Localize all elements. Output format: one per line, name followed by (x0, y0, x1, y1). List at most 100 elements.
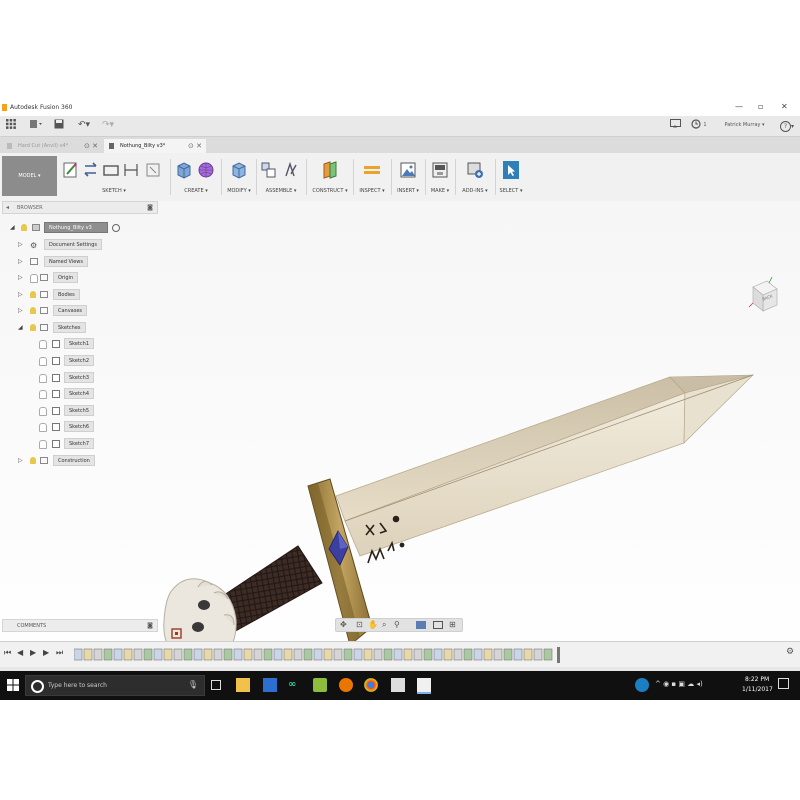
orbit-icon[interactable]: ✥ (340, 620, 347, 629)
tab-hard-cut[interactable]: Hard Cut (Anvil) v4* ⊙ ✕ (2, 139, 102, 153)
task-view-icon[interactable] (211, 680, 221, 690)
timeline-feature-icon[interactable] (363, 648, 373, 661)
collapse-icon[interactable]: ◂ (6, 204, 9, 211)
fit-icon[interactable]: ⚲ (394, 620, 400, 629)
close-tab-icon[interactable]: ⊙ ✕ (188, 139, 202, 153)
pin-icon[interactable]: ◙ (147, 204, 153, 211)
mail-icon[interactable] (391, 678, 405, 692)
browser-sketch-item[interactable]: Sketch4 (38, 387, 98, 400)
timeline-feature-icon[interactable] (213, 648, 223, 661)
browser-sketch-item[interactable]: Sketch5 (38, 404, 98, 417)
timeline-feature-icon[interactable] (143, 648, 153, 661)
zoom-icon[interactable]: ⌕ (382, 620, 386, 630)
measure-icon[interactable] (363, 160, 381, 180)
timeline-feature-icon[interactable] (133, 648, 143, 661)
minimize-button[interactable]: — (735, 103, 743, 111)
link-app-icon[interactable]: ∞ (288, 679, 302, 693)
taskbar-search-box[interactable]: Type here to search 🎙 (25, 675, 205, 696)
timeline-step-forward-icon[interactable]: ▶ (43, 648, 49, 657)
windows-start-icon[interactable] (6, 678, 20, 692)
activate-radio-icon[interactable] (112, 224, 120, 232)
timeline-feature-icon[interactable] (533, 648, 543, 661)
timeline-settings-gear-icon[interactable]: ⚙ (786, 647, 794, 657)
expand-chevron-icon[interactable]: ▷ (18, 238, 26, 251)
insert-group[interactable]: INSERT ▾ (392, 156, 424, 198)
timeline-feature-icon[interactable] (353, 648, 363, 661)
timeline-feature-icon[interactable] (373, 648, 383, 661)
create-group[interactable]: CREATE ▾ (172, 156, 220, 198)
timeline-feature-icon[interactable] (93, 648, 103, 661)
timeline-feature-icon[interactable] (383, 648, 393, 661)
inspect-group[interactable]: INSPECT ▾ (354, 156, 390, 198)
maximize-button[interactable]: ▫ (758, 103, 763, 111)
extrude-box-icon[interactable] (175, 160, 193, 180)
pan-hand-icon[interactable]: ✋ (368, 620, 378, 629)
timeline-feature-icon[interactable] (74, 648, 83, 661)
file-menu-icon[interactable] (27, 119, 45, 132)
create-sketch-icon[interactable] (62, 160, 80, 180)
timeline-feature-icon[interactable] (293, 648, 303, 661)
close-tab-icon[interactable]: ⊙ ✕ (84, 139, 98, 153)
3d-viewport-canvas[interactable] (0, 201, 800, 667)
display-settings-icon[interactable] (416, 621, 426, 629)
browser-node-origin[interactable]: ▷ Origin (18, 271, 108, 284)
user-account-menu[interactable]: Patrick Murray ▾ (717, 119, 772, 132)
browser-node-named-views[interactable]: ▷ Named Views (18, 255, 108, 268)
timeline-end-icon[interactable]: ⏭ (56, 648, 63, 658)
timeline-feature-icon[interactable] (233, 648, 243, 661)
timeline-feature-icon[interactable] (523, 648, 533, 661)
visibility-bulb-icon[interactable] (39, 440, 47, 449)
timeline-feature-icon[interactable] (83, 648, 93, 661)
fusion-taskbar-icon[interactable] (417, 678, 431, 694)
visibility-bulb-icon[interactable] (39, 407, 47, 416)
workspace-switcher[interactable]: MODEL ▾ (2, 156, 57, 196)
timeline-feature-icon[interactable] (283, 648, 293, 661)
timeline-feature-icon[interactable] (263, 648, 273, 661)
pin-icon[interactable]: ◙ (147, 622, 153, 629)
3d-print-icon[interactable] (431, 160, 449, 180)
blender-icon[interactable] (339, 678, 353, 692)
browser-sketch-item[interactable]: Sketch3 (38, 371, 98, 384)
visibility-bulb-icon[interactable] (39, 423, 47, 432)
scripts-addins-icon[interactable] (466, 160, 484, 180)
timeline-features[interactable] (74, 647, 564, 663)
microphone-icon[interactable]: 🎙 (188, 680, 198, 689)
tray-icons[interactable]: ^ ◉ ▪ ▣ ☁ ◂) (655, 680, 703, 688)
redo-icon[interactable]: ↷▾ (97, 119, 119, 132)
file-explorer-icon[interactable] (236, 678, 250, 692)
timeline-feature-icon[interactable] (333, 648, 343, 661)
timeline-feature-icon[interactable] (223, 648, 233, 661)
timeline-feature-icon[interactable] (443, 648, 453, 661)
browser-node-canvases[interactable]: ▷ Canvases (18, 304, 108, 317)
timeline-feature-icon[interactable] (193, 648, 203, 661)
visibility-bulb-icon[interactable] (30, 457, 36, 464)
timeline-feature-icon[interactable] (503, 648, 513, 661)
browser-node-construction[interactable]: ▷ Construction (18, 454, 108, 467)
browser-sketch-item[interactable]: Sketch2 (38, 354, 98, 367)
visibility-bulb-icon[interactable] (39, 390, 47, 399)
rectangle-tool-icon[interactable] (102, 160, 120, 180)
addins-group[interactable]: ADD-INS ▾ (456, 156, 494, 198)
assemble-group[interactable]: ASSEMBLE ▾ (257, 156, 305, 198)
view-cube[interactable]: BACK (745, 275, 783, 313)
timeline-feature-icon[interactable] (183, 648, 193, 661)
data-panel-grid-icon[interactable] (4, 119, 18, 132)
tab-nothung-bilty[interactable]: Nothung_Bilty v3* ⊙ ✕ (104, 139, 206, 153)
select-group[interactable]: SELECT ▾ (496, 156, 526, 198)
insert-image-icon[interactable] (399, 160, 417, 180)
timeline-feature-icon[interactable] (343, 648, 353, 661)
joint-icon[interactable] (282, 160, 300, 180)
expand-chevron-icon[interactable]: ▷ (18, 454, 26, 467)
clock-time[interactable]: 8:22 PM (745, 676, 769, 683)
form-sphere-icon[interactable] (197, 160, 215, 180)
visibility-bulb-icon[interactable] (30, 324, 36, 331)
visibility-bulb-icon[interactable] (30, 274, 38, 283)
visibility-bulb-icon[interactable] (30, 291, 36, 298)
timeline-feature-icon[interactable] (483, 648, 493, 661)
modify-group[interactable]: MODIFY ▾ (222, 156, 256, 198)
timeline-start-icon[interactable]: ⏮ (4, 648, 11, 658)
timeline-play-icon[interactable]: ▶ (30, 648, 36, 657)
timeline-feature-icon[interactable] (403, 648, 413, 661)
timeline-feature-icon[interactable] (423, 648, 433, 661)
timeline-feature-icon[interactable] (463, 648, 473, 661)
